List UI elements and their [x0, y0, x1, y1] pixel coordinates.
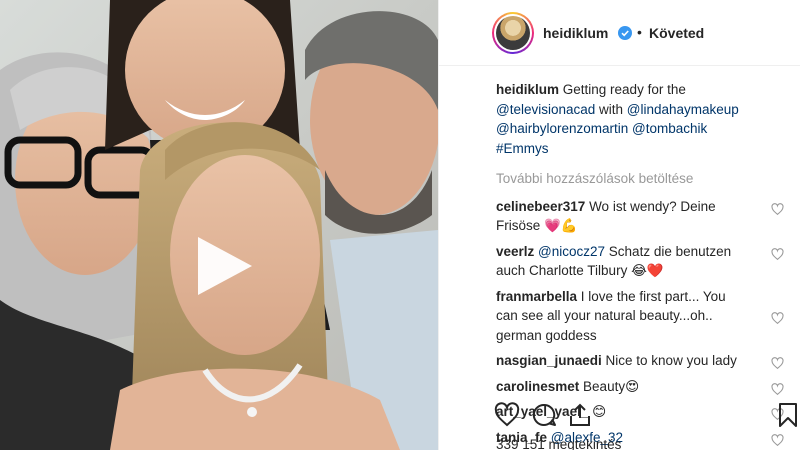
following-button[interactable]: Követed [649, 25, 704, 41]
comment-item: celinebeer317 Wo ist wendy? Deine Frisös… [496, 197, 786, 236]
mention-link[interactable]: @tombachik [632, 121, 707, 136]
comment-like-heart-icon[interactable] [771, 433, 784, 447]
share-upload-icon[interactable] [567, 402, 593, 428]
post-details-panel: heidiklum • Követed heidiklum Getting re… [438, 0, 800, 450]
comment-item: nasgian_junaedi Nice to know you lady [496, 351, 786, 371]
heart-outline-icon[interactable] [494, 402, 520, 428]
separator-dot: • [637, 24, 642, 40]
mention-link[interactable]: @lindahaymakeup [627, 102, 739, 117]
comment-like-heart-icon[interactable] [771, 382, 784, 396]
comment-text: Nice to know you lady [601, 353, 737, 368]
view-count: 339 151 megtekintés [496, 437, 622, 450]
comment-emoji: 😂❤️ [631, 263, 664, 278]
mention-link[interactable]: @hairbylorenzomartin [496, 121, 628, 136]
comment-username[interactable]: carolinesmet [496, 379, 579, 394]
comment-emoji: 😍 [625, 378, 640, 394]
mention-link[interactable]: @televisionacad [496, 102, 595, 117]
comment-username[interactable]: nasgian_junaedi [496, 353, 602, 368]
comment-username[interactable]: celinebeer317 [496, 199, 585, 214]
comment-item: carolinesmet Beauty😍 [496, 377, 786, 397]
caption-username[interactable]: heidiklum [496, 82, 559, 97]
caption-text: with [595, 101, 627, 117]
comment-item: franmarbella I love the first part... Yo… [496, 287, 786, 346]
caption-text: Getting ready for the [559, 82, 686, 97]
post-caption: heidiklum Getting ready for the @televis… [496, 80, 786, 158]
comment-like-heart-icon[interactable] [771, 247, 784, 261]
comments-section: heidiklum Getting ready for the @televis… [496, 80, 786, 450]
comment-like-heart-icon[interactable] [771, 357, 784, 370]
comment-item: veerlz @nicocz27 Schatz die benutzen auc… [496, 242, 786, 281]
comment-emoji: 💗💪 [544, 218, 578, 233]
load-more-comments-link[interactable]: További hozzászólások betöltése [496, 169, 786, 189]
post-author-username[interactable]: heidiklum [543, 25, 608, 41]
verified-badge-icon [618, 26, 632, 40]
comment-text: Beauty [579, 378, 626, 394]
comment-username[interactable]: veerlz [496, 244, 534, 259]
comment-username[interactable]: franmarbella [496, 289, 577, 304]
comment-bubble-icon[interactable] [531, 402, 557, 428]
avatar[interactable] [492, 12, 534, 54]
post-video[interactable] [0, 0, 438, 450]
video-frame [0, 0, 438, 450]
bookmark-icon[interactable] [775, 402, 800, 428]
mention-link[interactable]: @nicocz27 [538, 244, 605, 259]
play-icon[interactable] [190, 233, 256, 299]
post-actions-bar [494, 402, 797, 432]
hashtag-link[interactable]: #Emmys [496, 141, 549, 156]
comment-like-heart-icon[interactable] [771, 202, 784, 216]
comment-like-heart-icon[interactable] [771, 311, 784, 325]
